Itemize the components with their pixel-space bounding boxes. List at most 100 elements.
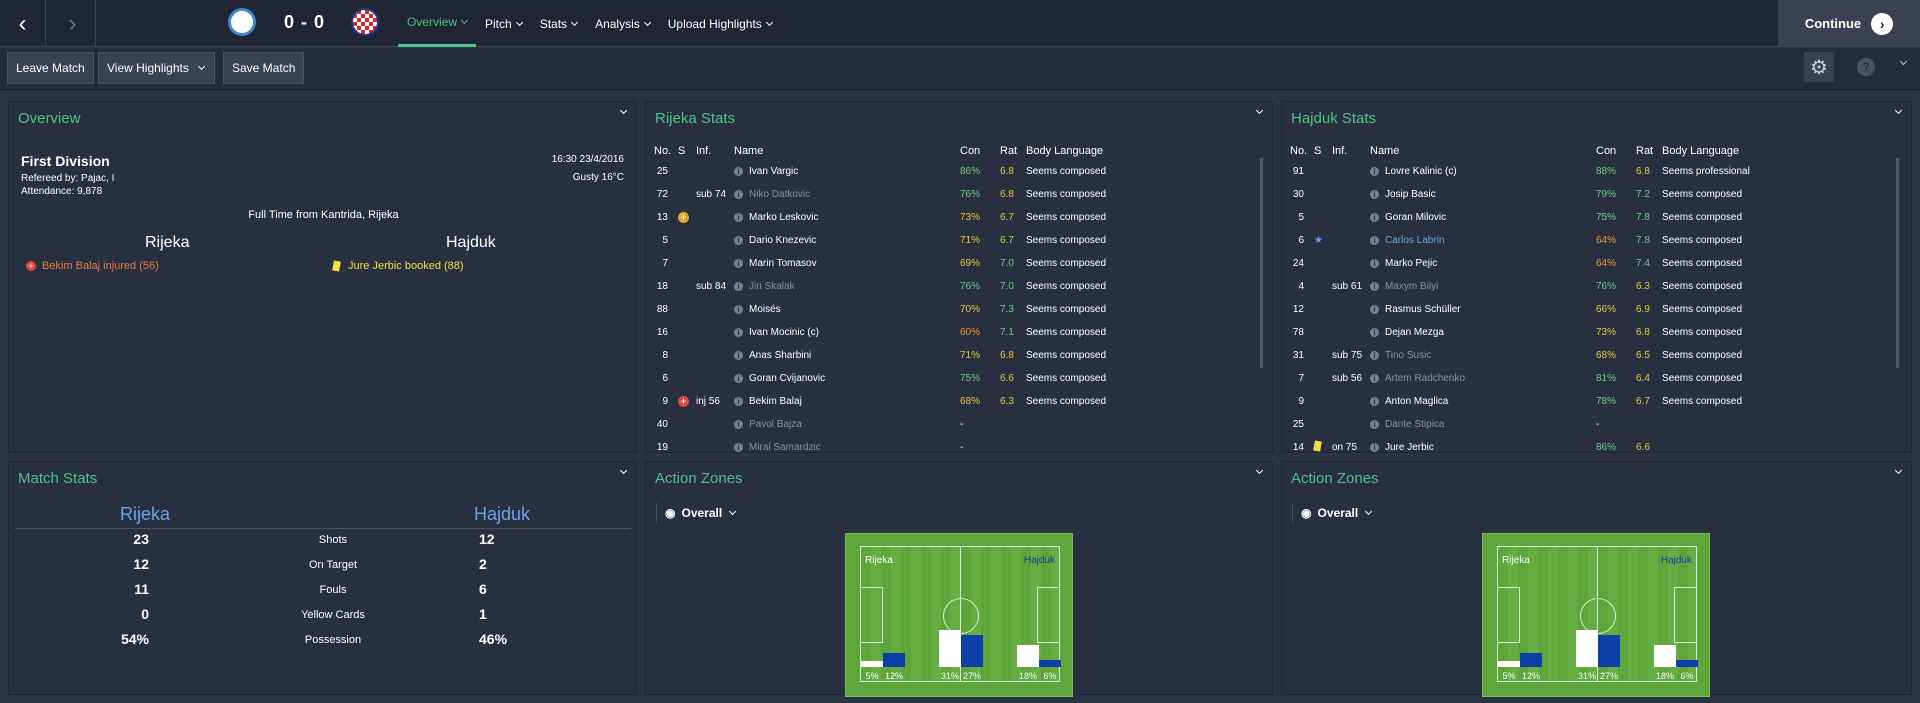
collapse-icon[interactable]	[1255, 466, 1264, 475]
info-icon[interactable]: i	[1370, 259, 1379, 268]
tab-upload-highlights[interactable]: Upload Highlights	[659, 0, 781, 47]
player-name[interactable]: Ivan Vargic	[749, 166, 798, 177]
table-row[interactable]: 91 i Lovre Kalinic (c) 88% 6.8 Seems professi…	[1290, 160, 1812, 183]
info-icon[interactable]: i	[734, 236, 743, 245]
table-row[interactable]: 25 i Ivan Vargic 86% 6.8 Seems composed	[654, 160, 1176, 183]
player-name[interactable]: Tino Susic	[1385, 350, 1431, 361]
column-header[interactable]: Body Language	[1026, 142, 1176, 160]
player-name[interactable]: Niko Datkovic	[749, 189, 810, 200]
forward-button[interactable]: ›	[50, 0, 96, 47]
info-icon[interactable]: i	[734, 213, 743, 222]
leave-match-button[interactable]: Leave Match	[7, 52, 94, 84]
column-header[interactable]: S	[678, 142, 696, 160]
info-icon[interactable]: i	[734, 397, 743, 406]
column-header[interactable]: Name	[1370, 142, 1596, 160]
zones-filter-dropdown[interactable]: ◉ Overall	[1292, 503, 1373, 523]
info-icon[interactable]: i	[734, 282, 743, 291]
table-row[interactable]: 30 i Josip Basic 79% 7.2 Seems composed	[1290, 183, 1812, 206]
info-icon[interactable]: i	[734, 328, 743, 337]
table-row[interactable]: 72 sub 74 i Niko Datkovic 76% 6.8 Seems compos…	[654, 183, 1176, 206]
info-icon[interactable]: i	[734, 259, 743, 268]
player-name[interactable]: Carlos Labrin	[1385, 235, 1444, 246]
table-row[interactable]: 8 i Anas Sharbini 71% 6.8 Seems composed	[654, 344, 1176, 367]
player-name[interactable]: Marko Leskovic	[749, 212, 818, 223]
table-row[interactable]: 9 + inj 56 i Bekim Balaj 68% 6.3 Seems composed	[654, 390, 1176, 413]
info-icon[interactable]: i	[1370, 305, 1379, 314]
column-header[interactable]: Con	[960, 142, 1000, 160]
view-highlights-dropdown[interactable]: View Highlights	[98, 52, 215, 84]
table-row[interactable]: 13 + i Marko Leskovic 73% 6.7 Seems composed	[654, 206, 1176, 229]
table-row[interactable]: 88 i Moisés 70% 7.3 Seems composed	[654, 298, 1176, 321]
player-name[interactable]: Pavol Bajza	[749, 419, 802, 430]
player-name[interactable]: Jiri Skalak	[749, 281, 795, 292]
table-row[interactable]: 5 i Goran Milovic 75% 7.8 Seems composed	[1290, 206, 1812, 229]
table-row[interactable]: 25 i Dante Stipica -	[1290, 413, 1812, 436]
zones-filter-dropdown[interactable]: ◉ Overall	[656, 503, 737, 523]
player-name[interactable]: Jure Jerbic	[1385, 442, 1434, 452]
table-row[interactable]: 19 i Miral Samardzic -	[654, 436, 1176, 452]
info-icon[interactable]: i	[734, 443, 743, 452]
scrollbar[interactable]	[1896, 158, 1899, 368]
table-row[interactable]: 24 i Marko Pejic 64% 7.4 Seems composed	[1290, 252, 1812, 275]
player-name[interactable]: Anas Sharbini	[749, 350, 811, 361]
player-name[interactable]: Goran Milovic	[1385, 212, 1446, 223]
collapse-icon[interactable]	[619, 106, 628, 115]
player-name[interactable]: Dario Knezevic	[749, 235, 816, 246]
table-row[interactable]: 40 i Pavol Bajza -	[654, 413, 1176, 436]
player-name[interactable]: Ivan Mocinic (c)	[749, 327, 819, 338]
info-icon[interactable]: i	[1370, 328, 1379, 337]
collapse-icon[interactable]	[1255, 106, 1264, 115]
table-row[interactable]: 6 ★ i Carlos Labrin 64% 7.8 Seems composed	[1290, 229, 1812, 252]
settings-button[interactable]: ⚙	[1804, 52, 1834, 82]
tab-stats[interactable]: Stats	[531, 0, 586, 47]
column-header[interactable]: No.	[1290, 142, 1314, 160]
help-icon[interactable]: ?	[1857, 58, 1875, 76]
info-icon[interactable]: i	[1370, 443, 1379, 452]
player-name[interactable]: Dante Stipica	[1385, 419, 1444, 430]
info-icon[interactable]: i	[1370, 351, 1379, 360]
tab-analysis[interactable]: Analysis	[586, 0, 659, 47]
column-header[interactable]: Rat	[1636, 142, 1662, 160]
table-row[interactable]: 5 i Dario Knezevic 71% 6.7 Seems composed	[654, 229, 1176, 252]
table-row[interactable]: 31 sub 75 i Tino Susic 68% 6.5 Seems composed	[1290, 344, 1812, 367]
collapse-icon[interactable]	[1894, 106, 1903, 115]
column-header[interactable]: S	[1314, 142, 1332, 160]
info-icon[interactable]: i	[1370, 167, 1379, 176]
column-header[interactable]: Rat	[1000, 142, 1026, 160]
player-name[interactable]: Moisés	[749, 304, 781, 315]
table-row[interactable]: 9 i Anton Maglica 78% 6.7 Seems composed	[1290, 390, 1812, 413]
table-row[interactable]: 7 sub 56 i Artem Radchenko 81% 6.4 Seems compo…	[1290, 367, 1812, 390]
continue-button[interactable]: Continue ›	[1778, 0, 1920, 47]
info-icon[interactable]: i	[1370, 374, 1379, 383]
info-icon[interactable]: i	[734, 351, 743, 360]
table-row[interactable]: 14 on 75 i Jure Jerbic 86% 6.6	[1290, 436, 1812, 452]
player-name[interactable]: Marin Tomasov	[749, 258, 817, 269]
info-icon[interactable]: i	[1370, 397, 1379, 406]
player-name[interactable]: Anton Maglica	[1385, 396, 1448, 407]
table-row[interactable]: 4 sub 61 i Maxym Bilyi 76% 6.3 Seems composed	[1290, 275, 1812, 298]
info-icon[interactable]: i	[734, 167, 743, 176]
table-row[interactable]: 78 i Dejan Mezga 73% 6.8 Seems composed	[1290, 321, 1812, 344]
info-icon[interactable]: i	[734, 305, 743, 314]
player-name[interactable]: Goran Cvijanovic	[749, 373, 825, 384]
player-name[interactable]: Marko Pejic	[1385, 258, 1437, 269]
player-name[interactable]: Dejan Mezga	[1385, 327, 1444, 338]
player-name[interactable]: Artem Radchenko	[1385, 373, 1465, 384]
table-row[interactable]: 7 i Marin Tomasov 69% 7.0 Seems composed	[654, 252, 1176, 275]
info-icon[interactable]: i	[1370, 282, 1379, 291]
info-icon[interactable]: i	[1370, 213, 1379, 222]
info-icon[interactable]: i	[734, 190, 743, 199]
collapse-icon[interactable]	[1894, 466, 1903, 475]
column-header[interactable]: Con	[1596, 142, 1636, 160]
back-button[interactable]: ‹	[0, 0, 46, 47]
player-name[interactable]: Miral Samardzic	[749, 442, 821, 452]
column-header[interactable]: Inf.	[1332, 142, 1370, 160]
more-dropdown-icon[interactable]	[1899, 57, 1908, 66]
player-name[interactable]: Josip Basic	[1385, 189, 1436, 200]
info-icon[interactable]: i	[1370, 236, 1379, 245]
table-row[interactable]: 16 i Ivan Mocinic (c) 60% 7.1 Seems composed	[654, 321, 1176, 344]
column-header[interactable]: Inf.	[696, 142, 734, 160]
player-name[interactable]: Maxym Bilyi	[1385, 281, 1438, 292]
player-name[interactable]: Rasmus Schüller	[1385, 304, 1461, 315]
column-header[interactable]: Name	[734, 142, 960, 160]
